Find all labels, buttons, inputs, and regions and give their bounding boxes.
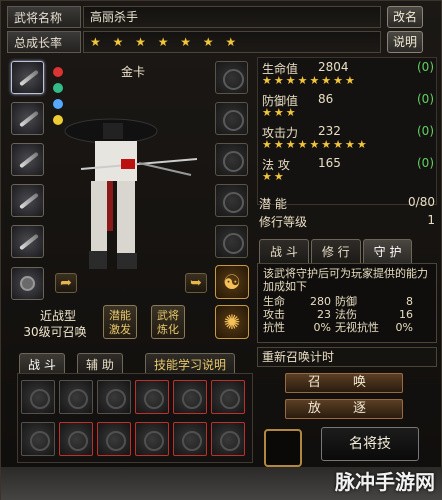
spin-button-icon[interactable]: ✺: [215, 305, 249, 339]
tab-battle[interactable]: 战 斗: [259, 239, 309, 263]
skill-slot-3[interactable]: [11, 143, 44, 176]
attack-type: 近战型: [39, 309, 76, 323]
name-value: 高丽杀手: [83, 6, 381, 28]
stat-defense-stars: ★★★: [262, 106, 298, 119]
shield-slot[interactable]: [11, 267, 44, 300]
skill-cell-locked[interactable]: [135, 422, 169, 456]
guard-description-panel: 该武将守护后可为玩家提供的能力加成如下 生命 280 防御 8 攻击 23 法伤 16 …: [257, 263, 437, 343]
stat-hp-stars: ★★★★★★★★: [262, 74, 357, 87]
famous-skill-slot[interactable]: [264, 429, 302, 467]
potential-button[interactable]: 潜能激发: [103, 305, 137, 339]
stat-attack-stars: ★★★★★★★★★: [262, 138, 369, 151]
equip-slot-2[interactable]: [215, 102, 248, 135]
resummon-timer: 重新召唤计时: [257, 347, 437, 367]
equip-slot-3[interactable]: [215, 143, 248, 176]
general-panel: 武将名称 高丽杀手 改名 总成长率 ★ ★ ★ ★ ★ ★ ★ 说明 金卡 ➦ …: [0, 0, 442, 500]
skill-cell-locked[interactable]: [211, 422, 245, 456]
skill-slot-5[interactable]: [11, 225, 44, 258]
equip-slot-5[interactable]: [215, 225, 248, 258]
stat-magic-stars: ★★: [262, 170, 286, 183]
famous-skill-button[interactable]: 名将技: [321, 427, 419, 461]
guard-description: 该武将守护后可为玩家提供的能力加成如下: [263, 267, 428, 293]
watermark-logo: 脉冲手游网: [335, 470, 435, 494]
guard-stats: 生命 280 防御 8 攻击 23 法伤 16 抗性 0% 无视抗性 0%: [263, 295, 413, 334]
tab-guard[interactable]: 守 护: [362, 239, 413, 263]
rotate-right-arrow-icon[interactable]: ➥: [185, 273, 207, 293]
info-button[interactable]: 说明: [387, 31, 423, 53]
yin-yang-button-icon[interactable]: ☯: [215, 265, 249, 299]
skill-cell[interactable]: [59, 380, 93, 414]
stat-panel: 生命值 2804 (0) ★★★★★★★★ 防御值 86 (0) ★★★ 攻击力…: [257, 57, 437, 205]
info-tabs: 战 斗 修 行 守 护: [259, 239, 414, 263]
skill-slot-1[interactable]: [11, 61, 44, 94]
skill-slot-2[interactable]: [11, 102, 44, 135]
summon-level: 30级可召唤: [23, 325, 87, 339]
skill-cell-locked[interactable]: [173, 380, 207, 414]
stat-magic: 法 攻 165 (0): [262, 156, 434, 172]
skill-cell-locked[interactable]: [135, 380, 169, 414]
name-label: 武将名称: [7, 6, 81, 28]
dismiss-button[interactable]: 放 逐: [285, 399, 403, 419]
skill-slot-4[interactable]: [11, 184, 44, 217]
skill-cell-locked[interactable]: [59, 422, 93, 456]
equip-slot-1[interactable]: [215, 61, 248, 94]
skill-cell-locked[interactable]: [211, 380, 245, 414]
potential-row: 潜 能 0/80: [259, 195, 435, 211]
skill-cell[interactable]: [97, 380, 131, 414]
rotate-left-arrow-icon[interactable]: ➦: [55, 273, 77, 293]
cultivation-row: 修行等级 1: [259, 213, 435, 229]
skill-cell-locked[interactable]: [97, 422, 131, 456]
skill-grid: [17, 373, 253, 463]
summon-button[interactable]: 召 唤: [285, 373, 403, 393]
character-portrait: [64, 118, 198, 269]
skill-cell[interactable]: [21, 380, 55, 414]
equip-slot-4[interactable]: [215, 184, 248, 217]
rename-button[interactable]: 改名: [387, 6, 423, 28]
tab-cultivation[interactable]: 修 行: [310, 239, 361, 263]
refine-button[interactable]: 武将炼化: [151, 305, 185, 339]
growth-label: 总成长率: [7, 31, 81, 53]
skill-cell-locked[interactable]: [173, 422, 207, 456]
growth-stars: ★ ★ ★ ★ ★ ★ ★: [83, 31, 381, 53]
skill-cell[interactable]: [21, 422, 55, 456]
